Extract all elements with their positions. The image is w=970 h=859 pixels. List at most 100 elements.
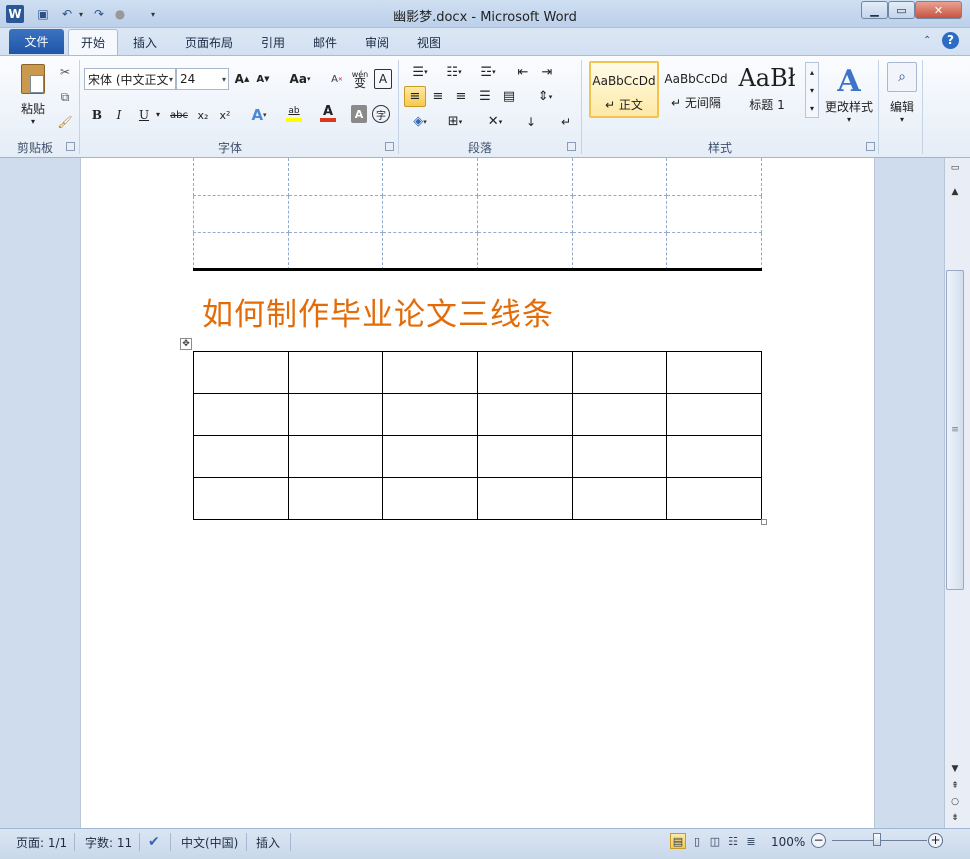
select-browse-object-icon[interactable]: ○ bbox=[946, 795, 964, 809]
document-heading[interactable]: 如何制作毕业论文三线条 bbox=[202, 289, 554, 334]
collapse-ribbon-icon[interactable]: ⌃ bbox=[923, 35, 931, 46]
strikethrough-button[interactable]: abc bbox=[168, 105, 190, 125]
increase-indent-icon[interactable]: ⇥ bbox=[537, 62, 557, 82]
style-heading-1[interactable]: AaBł 标题 1 bbox=[732, 61, 802, 118]
distributed-icon[interactable]: ▤ bbox=[499, 86, 519, 107]
superscript-button[interactable]: x² bbox=[216, 105, 234, 125]
copy-icon[interactable]: ⧉ bbox=[56, 88, 74, 106]
font-color-button[interactable]: A bbox=[313, 103, 343, 125]
table-cell[interactable] bbox=[193, 477, 289, 520]
table-cell[interactable] bbox=[666, 194, 762, 233]
table-cell[interactable] bbox=[193, 194, 289, 233]
styles-dialog-launcher-icon[interactable] bbox=[866, 142, 875, 151]
editing-button[interactable]: ⌕ 编辑 ▾ bbox=[884, 58, 920, 128]
bullets-icon[interactable]: ☰ ▾ bbox=[405, 62, 435, 82]
phonetic-guide-button[interactable]: wén 变 bbox=[349, 69, 371, 89]
table-cell[interactable] bbox=[287, 393, 384, 436]
table-cell[interactable] bbox=[571, 194, 668, 233]
shading-icon[interactable]: ◈ ▾ bbox=[405, 111, 435, 132]
outline-view-icon[interactable]: ☷ bbox=[725, 833, 741, 849]
table-cell[interactable] bbox=[476, 435, 573, 478]
change-styles-button[interactable]: A 更改样式 ▾ bbox=[822, 60, 876, 130]
table-cell[interactable] bbox=[382, 231, 478, 270]
align-right-icon[interactable]: ≡ bbox=[451, 86, 471, 107]
table-cell[interactable] bbox=[382, 158, 478, 196]
table-cell[interactable] bbox=[476, 231, 573, 270]
table-cell[interactable] bbox=[476, 393, 573, 436]
table-cell[interactable] bbox=[382, 477, 478, 520]
change-case-button[interactable]: Aa ▾ bbox=[286, 69, 314, 89]
table-cell[interactable] bbox=[476, 351, 573, 394]
numbering-icon[interactable]: ☷ ▾ bbox=[439, 62, 469, 82]
character-shading-button[interactable]: A bbox=[351, 105, 367, 123]
table-cell[interactable] bbox=[193, 231, 289, 270]
text-effects-icon[interactable]: A ▾ bbox=[248, 105, 270, 125]
zoom-level[interactable]: 100% bbox=[771, 832, 805, 852]
table-cell[interactable] bbox=[571, 477, 668, 520]
tab-file[interactable]: 文件 bbox=[9, 29, 64, 54]
next-page-icon[interactable]: ⇟ bbox=[946, 811, 964, 825]
table-cell[interactable] bbox=[193, 158, 289, 196]
tab-review[interactable]: 审阅 bbox=[356, 29, 398, 55]
decrease-indent-icon[interactable]: ⇤ bbox=[513, 62, 533, 82]
clipboard-dialog-launcher-icon[interactable] bbox=[66, 142, 75, 151]
font-dialog-launcher-icon[interactable] bbox=[385, 142, 394, 151]
table-cell[interactable] bbox=[287, 435, 384, 478]
ruler-toggle-icon[interactable]: ▭ bbox=[946, 161, 964, 175]
subscript-button[interactable]: x₂ bbox=[194, 105, 212, 125]
word-count-status[interactable]: 字数: 11 bbox=[85, 832, 132, 852]
table-cell[interactable] bbox=[571, 393, 668, 436]
grow-font-button[interactable]: A ▲ bbox=[233, 69, 251, 89]
format-painter-icon[interactable]: 🖌 bbox=[56, 113, 74, 131]
table-resize-handle[interactable] bbox=[761, 519, 767, 525]
table-cell[interactable] bbox=[193, 393, 289, 436]
clear-formatting-icon[interactable]: A ✕ bbox=[327, 69, 347, 89]
table-top[interactable] bbox=[193, 158, 762, 270]
highlight-color-button[interactable]: ab bbox=[279, 103, 309, 125]
italic-button[interactable]: I bbox=[110, 105, 128, 125]
paste-button[interactable]: 粘贴 ▾ bbox=[14, 60, 52, 130]
tab-page-layout[interactable]: 页面布局 bbox=[176, 29, 242, 55]
style-no-spacing[interactable]: AaBbCcDd ↵ 无间隔 bbox=[661, 61, 731, 118]
web-layout-icon[interactable]: ◫ bbox=[707, 833, 723, 849]
tab-insert[interactable]: 插入 bbox=[124, 29, 166, 55]
table-cell[interactable] bbox=[287, 158, 384, 196]
table-cell[interactable] bbox=[571, 231, 668, 270]
font-size-combobox[interactable]: 24 ▾ bbox=[176, 68, 229, 90]
previous-page-icon[interactable]: ⇞ bbox=[946, 779, 964, 793]
line-spacing-icon[interactable]: ⇕ ▾ bbox=[531, 86, 559, 107]
table-cell[interactable] bbox=[382, 194, 478, 233]
insert-mode-status[interactable]: 插入 bbox=[256, 832, 280, 852]
justify-icon[interactable]: ☰ bbox=[475, 86, 495, 107]
chinese-layout-icon[interactable]: ✕ ▾ bbox=[480, 111, 510, 132]
table-cell[interactable] bbox=[287, 194, 384, 233]
table-cell[interactable] bbox=[287, 231, 384, 270]
character-border-icon[interactable]: A bbox=[374, 69, 392, 89]
cut-icon[interactable]: ✂ bbox=[56, 63, 74, 81]
table-cell[interactable] bbox=[476, 194, 573, 233]
styles-gallery-scroll[interactable]: ▴ ▾ ▾ bbox=[805, 62, 819, 118]
tab-mailings[interactable]: 邮件 bbox=[304, 29, 346, 55]
table-cell[interactable] bbox=[666, 351, 762, 394]
table-cell[interactable] bbox=[666, 158, 762, 196]
zoom-out-icon[interactable]: − bbox=[811, 833, 826, 848]
print-layout-view-icon[interactable]: ▤ bbox=[670, 833, 686, 849]
proofing-icon[interactable]: ✔ bbox=[148, 832, 160, 852]
table-cell[interactable] bbox=[476, 477, 573, 520]
paragraph-dialog-launcher-icon[interactable] bbox=[567, 142, 576, 151]
table-cell[interactable] bbox=[666, 435, 762, 478]
table-cell[interactable] bbox=[666, 231, 762, 270]
table-cell[interactable] bbox=[382, 393, 478, 436]
table-cell[interactable] bbox=[476, 158, 573, 196]
close-button[interactable]: ✕ bbox=[915, 1, 962, 19]
bold-button[interactable]: B bbox=[88, 105, 106, 125]
align-center-icon[interactable]: ≡ bbox=[428, 86, 448, 107]
style-normal[interactable]: AaBbCcDd ↵ 正文 bbox=[589, 61, 659, 118]
draft-view-icon[interactable]: ≣ bbox=[743, 833, 759, 849]
borders-icon[interactable]: ⊞ ▾ bbox=[440, 111, 470, 132]
multilevel-list-icon[interactable]: ☲ ▾ bbox=[473, 62, 503, 82]
table-bottom[interactable] bbox=[193, 351, 762, 520]
table-cell[interactable] bbox=[666, 393, 762, 436]
help-icon[interactable]: ? bbox=[942, 32, 959, 49]
enclose-characters-button[interactable]: 字 bbox=[372, 105, 390, 123]
